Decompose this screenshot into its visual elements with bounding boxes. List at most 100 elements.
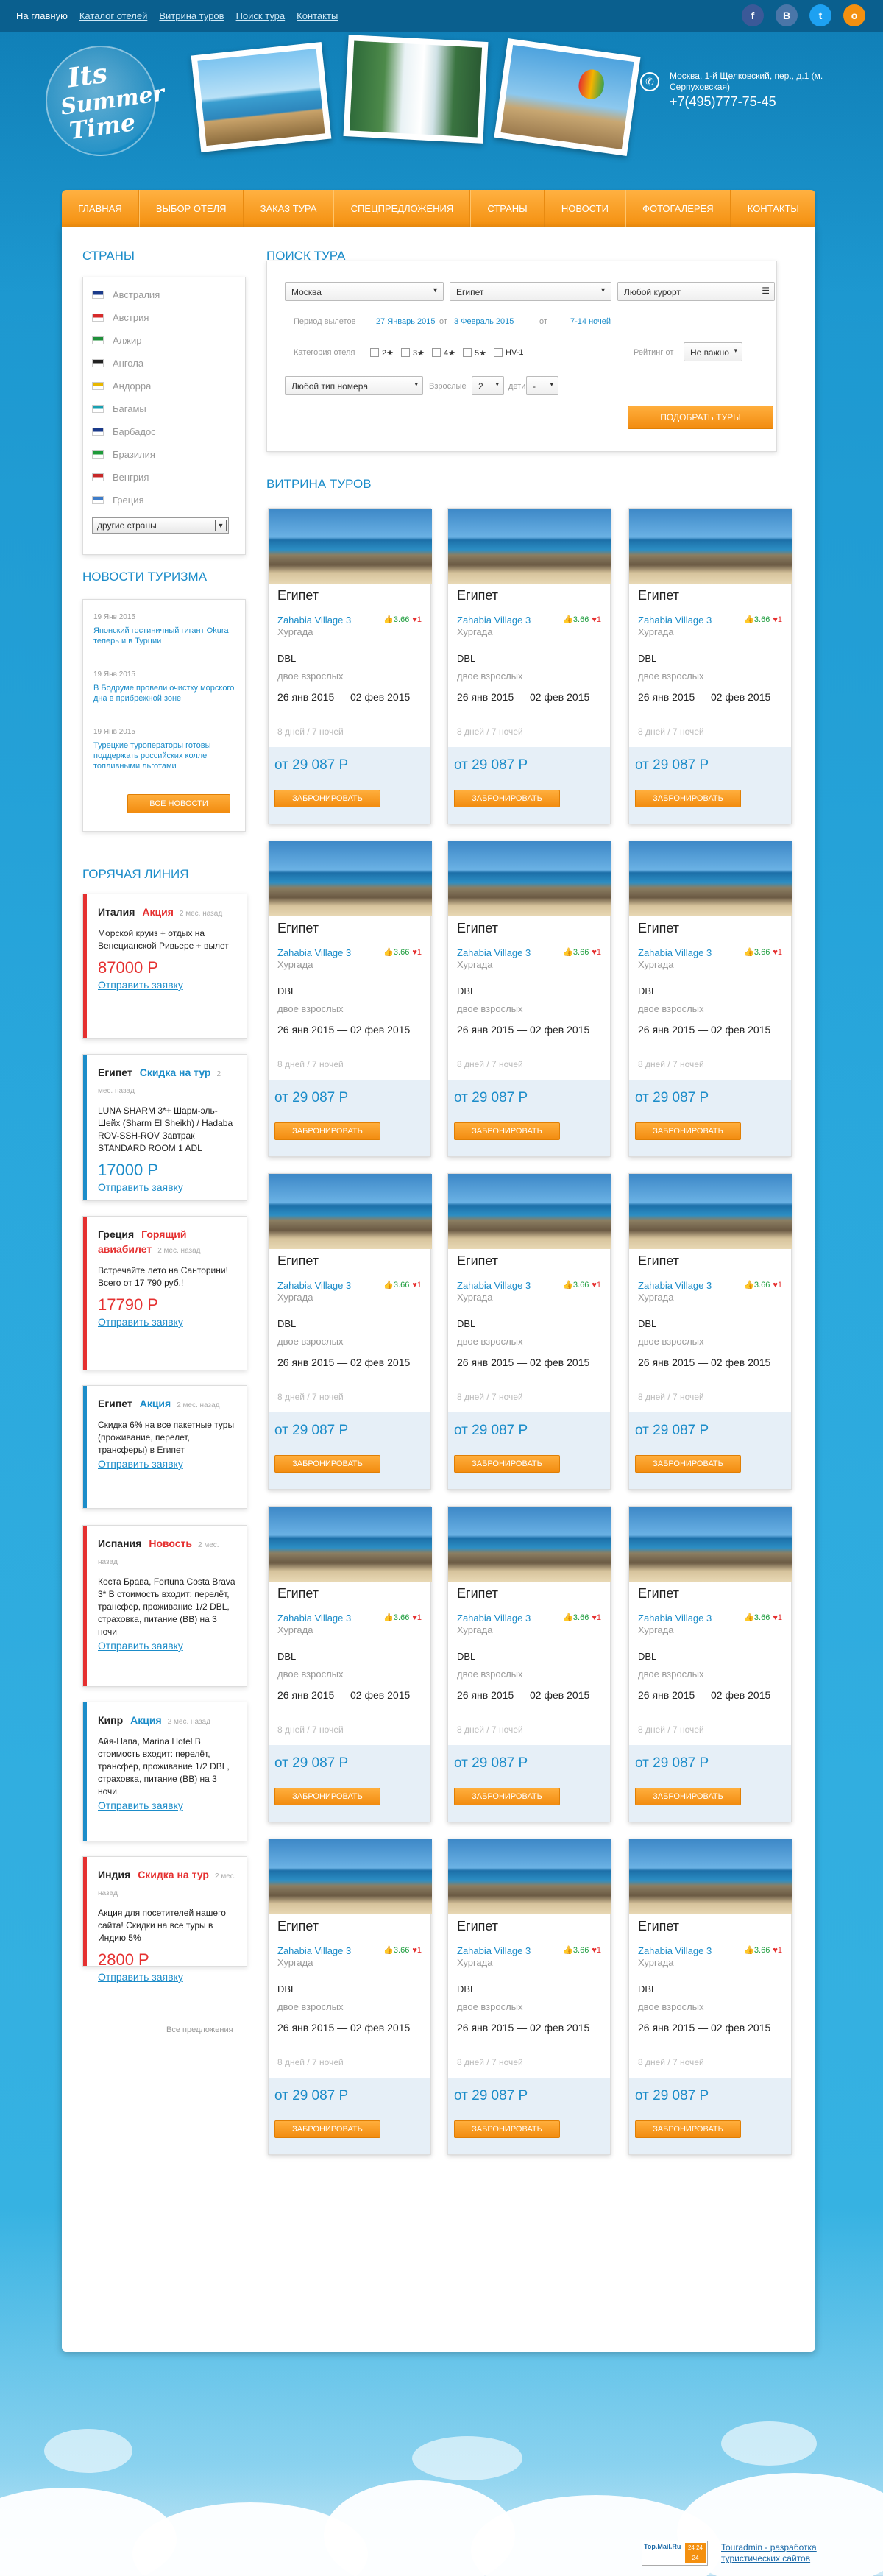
tour-photo[interactable]	[629, 1839, 792, 1914]
tour-photo[interactable]	[448, 509, 611, 584]
tour-hotel-link[interactable]: Zahabia Village 3	[277, 615, 351, 626]
visit-counter[interactable]: Top.Mail.Ru 24 24 24	[642, 2541, 708, 2566]
mainnav-item[interactable]: Фотогалерея	[625, 190, 731, 227]
tour-hotel-link[interactable]: Zahabia Village 3	[638, 1945, 712, 1956]
country-item[interactable]: Бразилия	[83, 443, 245, 466]
tour-photo[interactable]	[269, 1507, 432, 1582]
all-news-button[interactable]: Все новости	[127, 794, 230, 813]
mainnav-item[interactable]: Контакты	[730, 190, 815, 227]
tour-hotel-link[interactable]: Zahabia Village 3	[638, 615, 712, 626]
country-item[interactable]: Андорра	[83, 375, 245, 397]
country-item[interactable]: Австралия	[83, 283, 245, 306]
mainnav-item[interactable]: Главная	[62, 190, 139, 227]
topnav-contacts[interactable]: Контакты	[297, 10, 338, 21]
book-button[interactable]: Забронировать	[635, 790, 741, 807]
tour-hotel-link[interactable]: Zahabia Village 3	[638, 947, 712, 958]
book-button[interactable]: Забронировать	[454, 2120, 560, 2138]
star-3-checkbox[interactable]	[401, 348, 410, 357]
room-type-select[interactable]: Любой тип номера ▾	[285, 376, 423, 395]
book-button[interactable]: Забронировать	[454, 790, 560, 807]
date-to-link[interactable]: 3 Февраль 2015	[454, 317, 514, 326]
tour-photo[interactable]	[269, 509, 432, 584]
book-button[interactable]: Забронировать	[274, 2120, 380, 2138]
book-button[interactable]: Забронировать	[635, 1122, 741, 1140]
hv1-checkbox[interactable]	[494, 348, 503, 357]
mainnav-item[interactable]: Новости	[544, 190, 625, 227]
book-button[interactable]: Забронировать	[635, 1455, 741, 1473]
country-item[interactable]: Австрия	[83, 306, 245, 329]
twitter-icon[interactable]: t	[809, 4, 831, 26]
tour-photo[interactable]	[629, 1507, 792, 1582]
tour-hotel-link[interactable]: Zahabia Village 3	[277, 1280, 351, 1291]
mainnav-item[interactable]: Спецпредложения	[333, 190, 471, 227]
tour-photo[interactable]	[269, 841, 432, 916]
developer-link[interactable]: Touradmin - разработка туристических сай…	[721, 2542, 846, 2564]
book-button[interactable]: Забронировать	[274, 1122, 380, 1140]
country-item[interactable]: Барбадос	[83, 420, 245, 443]
tour-photo[interactable]	[629, 841, 792, 916]
contact-phone[interactable]: +7(495)777-75-45	[670, 94, 776, 110]
tour-photo[interactable]	[269, 1839, 432, 1914]
adults-select[interactable]: 2 ▾	[472, 376, 504, 395]
resort-select[interactable]: Любой курорт ☰	[617, 282, 775, 301]
all-offers-link[interactable]: Все предложения	[166, 2025, 233, 2034]
mainnav-item[interactable]: Выбор отеля	[138, 190, 244, 227]
tour-hotel-link[interactable]: Zahabia Village 3	[457, 947, 531, 958]
rating-select[interactable]: Не важно ▾	[684, 342, 742, 361]
send-request-link[interactable]: Отправить заявку	[98, 1640, 236, 1652]
country-item[interactable]: Венгрия	[83, 466, 245, 489]
tour-hotel-link[interactable]: Zahabia Village 3	[638, 1613, 712, 1624]
tour-hotel-link[interactable]: Zahabia Village 3	[457, 1613, 531, 1624]
book-button[interactable]: Забронировать	[274, 790, 380, 807]
book-button[interactable]: Забронировать	[454, 1122, 560, 1140]
country-item[interactable]: Алжир	[83, 329, 245, 352]
send-request-link[interactable]: Отправить заявку	[98, 1181, 236, 1193]
book-button[interactable]: Забронировать	[635, 2120, 741, 2138]
mainnav-item[interactable]: Страны	[470, 190, 545, 227]
book-button[interactable]: Забронировать	[274, 1788, 380, 1805]
topnav-home[interactable]: На главную	[16, 10, 68, 21]
tour-hotel-link[interactable]: Zahabia Village 3	[457, 1280, 531, 1291]
book-button[interactable]: Забронировать	[635, 1788, 741, 1805]
send-request-link[interactable]: Отправить заявку	[98, 1971, 236, 1983]
nights-link[interactable]: 7-14 ночей	[570, 317, 611, 326]
tour-hotel-link[interactable]: Zahabia Village 3	[277, 947, 351, 958]
tour-photo[interactable]	[269, 1174, 432, 1249]
send-request-link[interactable]: Отправить заявку	[98, 1800, 236, 1811]
country-item[interactable]: Ангола	[83, 352, 245, 375]
logo[interactable]: Its Summer Time	[46, 46, 166, 156]
star-4-checkbox[interactable]	[432, 348, 441, 357]
send-request-link[interactable]: Отправить заявку	[98, 1316, 236, 1328]
tour-photo[interactable]	[629, 509, 792, 584]
country-select[interactable]: Египет ▼	[450, 282, 611, 301]
book-button[interactable]: Забронировать	[454, 1788, 560, 1805]
star-5-checkbox[interactable]	[463, 348, 472, 357]
topnav-search[interactable]: Поиск тура	[236, 10, 286, 21]
other-countries-select[interactable]: другие страны ▼	[92, 517, 229, 534]
odnoklassniki-icon[interactable]: о	[843, 4, 865, 26]
book-button[interactable]: Забронировать	[454, 1455, 560, 1473]
country-item[interactable]: Багамы	[83, 397, 245, 420]
tour-hotel-link[interactable]: Zahabia Village 3	[277, 1945, 351, 1956]
tour-photo[interactable]	[448, 1174, 611, 1249]
book-button[interactable]: Забронировать	[274, 1455, 380, 1473]
find-tours-button[interactable]: Подобрать туры	[628, 406, 773, 429]
tour-hotel-link[interactable]: Zahabia Village 3	[457, 615, 531, 626]
tour-hotel-link[interactable]: Zahabia Village 3	[457, 1945, 531, 1956]
facebook-icon[interactable]: f	[742, 4, 764, 26]
news-link[interactable]: Турецкие туроператоры готовы поддержать …	[93, 740, 235, 771]
tour-photo[interactable]	[448, 1839, 611, 1914]
kids-select[interactable]: - ▾	[526, 376, 558, 395]
news-link[interactable]: Японский гостиничный гигант Okura теперь…	[93, 626, 235, 646]
topnav-hotels[interactable]: Каталог отелей	[79, 10, 148, 21]
star-2-checkbox[interactable]	[370, 348, 379, 357]
tour-photo[interactable]	[448, 841, 611, 916]
city-select[interactable]: Москва ▼	[285, 282, 444, 301]
send-request-link[interactable]: Отправить заявку	[98, 1458, 236, 1470]
news-link[interactable]: В Бодруме провели очистку морского дна в…	[93, 683, 235, 704]
topnav-showcase[interactable]: Витрина туров	[159, 10, 224, 21]
tour-hotel-link[interactable]: Zahabia Village 3	[277, 1613, 351, 1624]
vk-icon[interactable]: В	[776, 4, 798, 26]
date-from-link[interactable]: 27 Январь 2015	[376, 317, 436, 326]
tour-photo[interactable]	[629, 1174, 792, 1249]
